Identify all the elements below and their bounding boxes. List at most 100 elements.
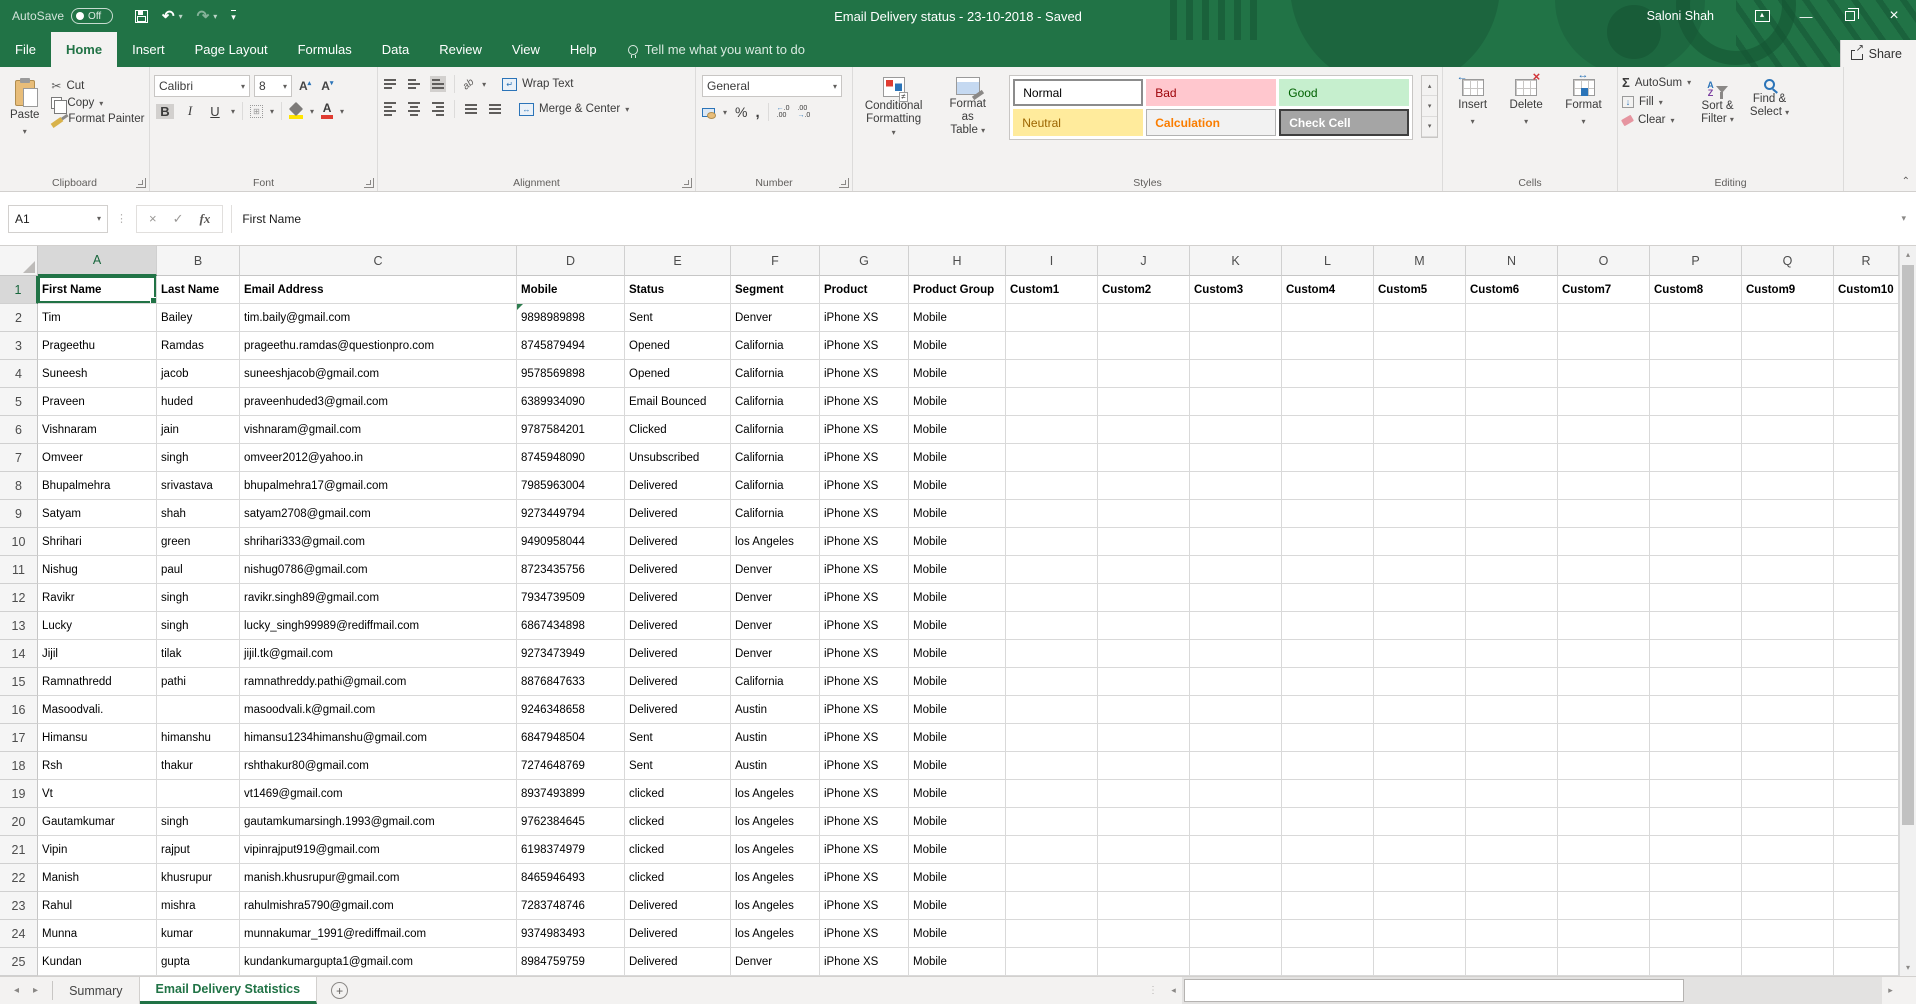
cell-C18[interactable]: rshthakur80@gmail.com bbox=[240, 752, 517, 780]
row-header-5[interactable]: 5 bbox=[0, 388, 38, 416]
cell-G8[interactable]: iPhone XS bbox=[820, 472, 909, 500]
font-color-dropdown-icon[interactable]: ▾ bbox=[340, 107, 344, 116]
cell-J23[interactable] bbox=[1098, 892, 1190, 920]
cell-A6[interactable]: Vishnaram bbox=[38, 416, 157, 444]
cell-A11[interactable]: Nishug bbox=[38, 556, 157, 584]
number-format-select[interactable]: General▾ bbox=[702, 75, 842, 97]
cell-J7[interactable] bbox=[1098, 444, 1190, 472]
cell-J17[interactable] bbox=[1098, 724, 1190, 752]
cell-L3[interactable] bbox=[1282, 332, 1374, 360]
cell-H9[interactable]: Mobile bbox=[909, 500, 1006, 528]
cell-O17[interactable] bbox=[1558, 724, 1650, 752]
cell-D14[interactable]: 9273473949 bbox=[517, 640, 625, 668]
cell-D17[interactable]: 6847948504 bbox=[517, 724, 625, 752]
cell-N22[interactable] bbox=[1466, 864, 1558, 892]
cell-D1[interactable]: Mobile bbox=[517, 276, 625, 304]
cell-B5[interactable]: huded bbox=[157, 388, 240, 416]
column-header-L[interactable]: L bbox=[1282, 246, 1374, 276]
cell-O13[interactable] bbox=[1558, 612, 1650, 640]
cell-K12[interactable] bbox=[1190, 584, 1282, 612]
cell-K4[interactable] bbox=[1190, 360, 1282, 388]
cell-N14[interactable] bbox=[1466, 640, 1558, 668]
cell-H5[interactable]: Mobile bbox=[909, 388, 1006, 416]
cell-E25[interactable]: Delivered bbox=[625, 948, 731, 976]
cell-P11[interactable] bbox=[1650, 556, 1742, 584]
cell-O16[interactable] bbox=[1558, 696, 1650, 724]
cell-O8[interactable] bbox=[1558, 472, 1650, 500]
column-header-P[interactable]: P bbox=[1650, 246, 1742, 276]
cell-M14[interactable] bbox=[1374, 640, 1466, 668]
next-sheet-icon[interactable]: ▸ bbox=[33, 985, 38, 996]
cell-B25[interactable]: gupta bbox=[157, 948, 240, 976]
row-header-17[interactable]: 17 bbox=[0, 724, 38, 752]
cell-A9[interactable]: Satyam bbox=[38, 500, 157, 528]
paste-dropdown-icon[interactable]: ▾ bbox=[23, 125, 27, 138]
cell-B13[interactable]: singh bbox=[157, 612, 240, 640]
cell-P9[interactable] bbox=[1650, 500, 1742, 528]
cell-R24[interactable] bbox=[1834, 920, 1899, 948]
cell-O21[interactable] bbox=[1558, 836, 1650, 864]
cell-L24[interactable] bbox=[1282, 920, 1374, 948]
cell-E20[interactable]: clicked bbox=[625, 808, 731, 836]
sheet-tab-summary[interactable]: Summary bbox=[53, 977, 139, 1004]
cell-E19[interactable]: clicked bbox=[625, 780, 731, 808]
close-button[interactable]: × bbox=[1872, 0, 1916, 32]
cell-R5[interactable] bbox=[1834, 388, 1899, 416]
cell-H6[interactable]: Mobile bbox=[909, 416, 1006, 444]
cell-R2[interactable] bbox=[1834, 304, 1899, 332]
cell-F14[interactable]: Denver bbox=[731, 640, 820, 668]
cell-B3[interactable]: Ramdas bbox=[157, 332, 240, 360]
column-header-H[interactable]: H bbox=[909, 246, 1006, 276]
cell-K20[interactable] bbox=[1190, 808, 1282, 836]
cell-G19[interactable]: iPhone XS bbox=[820, 780, 909, 808]
cell-D23[interactable]: 7283748746 bbox=[517, 892, 625, 920]
cell-L20[interactable] bbox=[1282, 808, 1374, 836]
cell-I15[interactable] bbox=[1006, 668, 1098, 696]
cell-Q12[interactable] bbox=[1742, 584, 1834, 612]
cell-I19[interactable] bbox=[1006, 780, 1098, 808]
cell-A21[interactable]: Vipin bbox=[38, 836, 157, 864]
cell-R18[interactable] bbox=[1834, 752, 1899, 780]
fill-color-dropdown-icon[interactable]: ▾ bbox=[310, 107, 314, 116]
cell-F22[interactable]: los Angeles bbox=[731, 864, 820, 892]
cell-R3[interactable] bbox=[1834, 332, 1899, 360]
cell-O11[interactable] bbox=[1558, 556, 1650, 584]
cell-F25[interactable]: Denver bbox=[731, 948, 820, 976]
bold-button[interactable]: B bbox=[156, 104, 174, 119]
cell-I1[interactable]: Custom1 bbox=[1006, 276, 1098, 304]
cell-M12[interactable] bbox=[1374, 584, 1466, 612]
cell-I3[interactable] bbox=[1006, 332, 1098, 360]
cell-G14[interactable]: iPhone XS bbox=[820, 640, 909, 668]
cell-P23[interactable] bbox=[1650, 892, 1742, 920]
cell-I12[interactable] bbox=[1006, 584, 1098, 612]
cell-O2[interactable] bbox=[1558, 304, 1650, 332]
percent-style-button[interactable]: % bbox=[735, 104, 747, 120]
cell-L19[interactable] bbox=[1282, 780, 1374, 808]
tab-formulas[interactable]: Formulas bbox=[283, 32, 367, 67]
cell-A22[interactable]: Manish bbox=[38, 864, 157, 892]
align-center-button[interactable] bbox=[406, 99, 422, 119]
cell-M24[interactable] bbox=[1374, 920, 1466, 948]
cell-G11[interactable]: iPhone XS bbox=[820, 556, 909, 584]
cell-O14[interactable] bbox=[1558, 640, 1650, 668]
cell-B15[interactable]: pathi bbox=[157, 668, 240, 696]
cell-Q4[interactable] bbox=[1742, 360, 1834, 388]
cell-G22[interactable]: iPhone XS bbox=[820, 864, 909, 892]
cell-L15[interactable] bbox=[1282, 668, 1374, 696]
cell-E4[interactable]: Opened bbox=[625, 360, 731, 388]
cell-F3[interactable]: California bbox=[731, 332, 820, 360]
user-name[interactable]: Saloni Shah bbox=[1647, 9, 1714, 23]
cell-Q15[interactable] bbox=[1742, 668, 1834, 696]
cell-R9[interactable] bbox=[1834, 500, 1899, 528]
cell-A16[interactable]: Masoodvali. bbox=[38, 696, 157, 724]
cell-M5[interactable] bbox=[1374, 388, 1466, 416]
cell-I9[interactable] bbox=[1006, 500, 1098, 528]
style-normal[interactable]: Normal bbox=[1013, 79, 1143, 106]
cell-F19[interactable]: los Angeles bbox=[731, 780, 820, 808]
horizontal-scrollbar[interactable]: ⋮ ◂ ▸ bbox=[1148, 977, 1916, 1004]
cell-Q6[interactable] bbox=[1742, 416, 1834, 444]
cell-B7[interactable]: singh bbox=[157, 444, 240, 472]
tab-splitter[interactable]: ⋮ bbox=[1148, 985, 1159, 996]
cancel-icon[interactable]: × bbox=[149, 211, 157, 226]
cell-R25[interactable] bbox=[1834, 948, 1899, 976]
